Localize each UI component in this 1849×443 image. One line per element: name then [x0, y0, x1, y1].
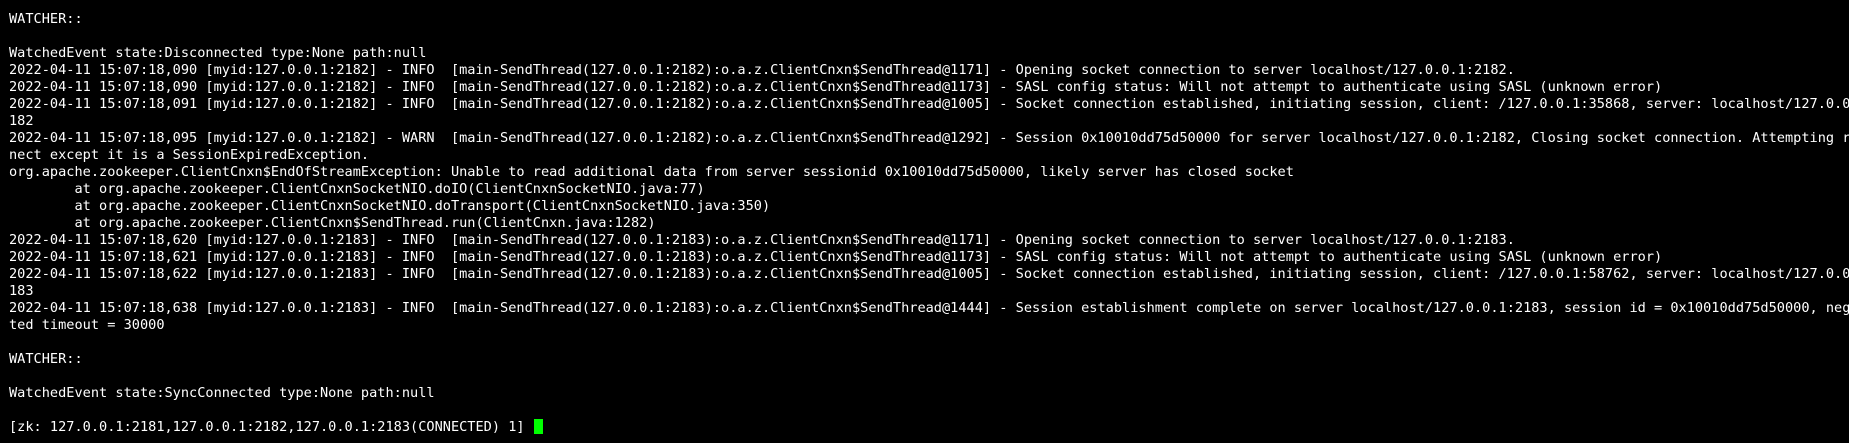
terminal-window[interactable]: WATCHER:: WatchedEvent state:Disconnecte… [0, 0, 1849, 443]
output-line: 2022-04-11 15:07:18,091 [myid:127.0.0.1:… [9, 96, 1849, 112]
output-line: 2022-04-11 15:07:18,090 [myid:127.0.0.1:… [9, 62, 1515, 78]
command-prompt-line[interactable]: [zk: 127.0.0.1:2181,127.0.0.1:2182,127.0… [9, 419, 1849, 436]
output-line: org.apache.zookeeper.ClientCnxn$EndOfStr… [9, 164, 1294, 180]
text-cursor [533, 419, 543, 434]
output-line: 2022-04-11 15:07:18,095 [myid:127.0.0.1:… [9, 130, 1849, 146]
output-line: 2022-04-11 15:07:18,621 [myid:127.0.0.1:… [9, 249, 1663, 265]
output-line: at org.apache.zookeeper.ClientCnxnSocket… [9, 198, 771, 214]
output-line: WATCHER:: [9, 351, 83, 367]
output-line: nect except it is a SessionExpiredExcept… [9, 147, 370, 163]
output-line: WatchedEvent state:SyncConnected type:No… [9, 385, 435, 401]
output-line: at org.apache.zookeeper.ClientCnxn$SendT… [9, 215, 656, 231]
output-line: 2022-04-11 15:07:18,090 [myid:127.0.0.1:… [9, 79, 1663, 95]
output-line: WATCHER:: [9, 11, 83, 27]
output-line: 2022-04-11 15:07:18,620 [myid:127.0.0.1:… [9, 232, 1515, 248]
output-line: at org.apache.zookeeper.ClientCnxnSocket… [9, 181, 705, 197]
output-line: ted timeout = 30000 [9, 317, 165, 333]
output-line: 2022-04-11 15:07:18,622 [myid:127.0.0.1:… [9, 266, 1849, 282]
command-prompt: [zk: 127.0.0.1:2181,127.0.0.1:2182,127.0… [9, 419, 533, 435]
output-line: 182 [9, 113, 34, 129]
terminal-output: WATCHER:: WatchedEvent state:Disconnecte… [9, 11, 1849, 419]
output-line: 183 [9, 283, 34, 299]
output-line: 2022-04-11 15:07:18,638 [myid:127.0.0.1:… [9, 300, 1849, 316]
output-line: WatchedEvent state:Disconnected type:Non… [9, 45, 427, 61]
